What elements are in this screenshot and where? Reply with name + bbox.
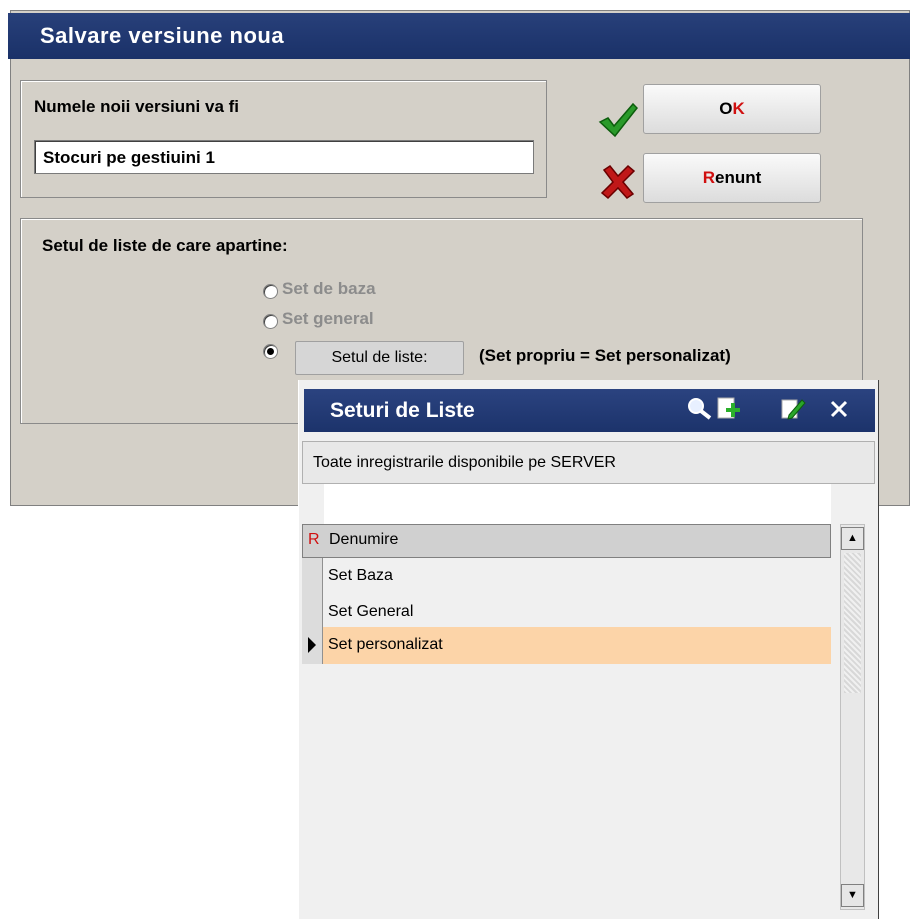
set-group-label: Setul de liste de care apartine: bbox=[42, 236, 288, 255]
radio-set-propriu[interactable] bbox=[263, 344, 278, 359]
row-label: Set personalizat bbox=[328, 636, 443, 653]
column-marker: R bbox=[308, 531, 320, 548]
row-label: Set Baza bbox=[328, 567, 393, 584]
row-pointer-icon bbox=[308, 637, 316, 653]
edit-icon[interactable] bbox=[780, 396, 806, 422]
table-row[interactable]: Set Baza bbox=[302, 558, 831, 596]
row-label: Set General bbox=[328, 603, 414, 620]
radio-set-general[interactable] bbox=[263, 314, 278, 329]
scroll-up-button[interactable]: ▲ bbox=[841, 527, 864, 550]
row-indicator bbox=[302, 594, 323, 631]
radio-set-baza[interactable] bbox=[263, 284, 278, 299]
popup-subtitle: Toate inregistrarile disponibile pe SERV… bbox=[302, 441, 875, 484]
scroll-down-button[interactable]: ▼ bbox=[841, 884, 864, 907]
set-value-label: (Set propriu = Set personalizat) bbox=[479, 346, 731, 365]
add-icon[interactable] bbox=[716, 396, 742, 422]
search-icon[interactable] bbox=[686, 396, 712, 422]
close-icon[interactable] bbox=[826, 396, 852, 422]
vertical-scrollbar[interactable]: ▲ ▼ bbox=[840, 524, 865, 910]
row-indicator bbox=[302, 627, 323, 664]
cancel-button[interactable]: Renunt bbox=[643, 153, 821, 203]
name-label: Numele noii versiuni va fi bbox=[34, 97, 240, 116]
cancel-icon bbox=[600, 164, 636, 200]
radio-label-set-baza: Set de baza bbox=[282, 279, 376, 298]
dialog-title: Salvare versiune noua bbox=[8, 13, 910, 59]
ok-button[interactable]: OK bbox=[643, 84, 821, 134]
table-row-selected[interactable]: Set personalizat bbox=[302, 627, 831, 664]
row-indicator bbox=[302, 558, 323, 595]
grid-header[interactable]: R Denumire bbox=[302, 524, 831, 558]
set-list-button[interactable]: Setul de liste: bbox=[295, 341, 464, 375]
check-icon bbox=[598, 102, 638, 138]
filter-row[interactable] bbox=[324, 484, 831, 524]
column-header-denumire: Denumire bbox=[329, 531, 399, 548]
scroll-track[interactable] bbox=[844, 553, 861, 693]
radio-label-set-general: Set general bbox=[282, 309, 374, 328]
version-name-input[interactable]: Stocuri pe gestiuini 1 bbox=[34, 140, 534, 174]
